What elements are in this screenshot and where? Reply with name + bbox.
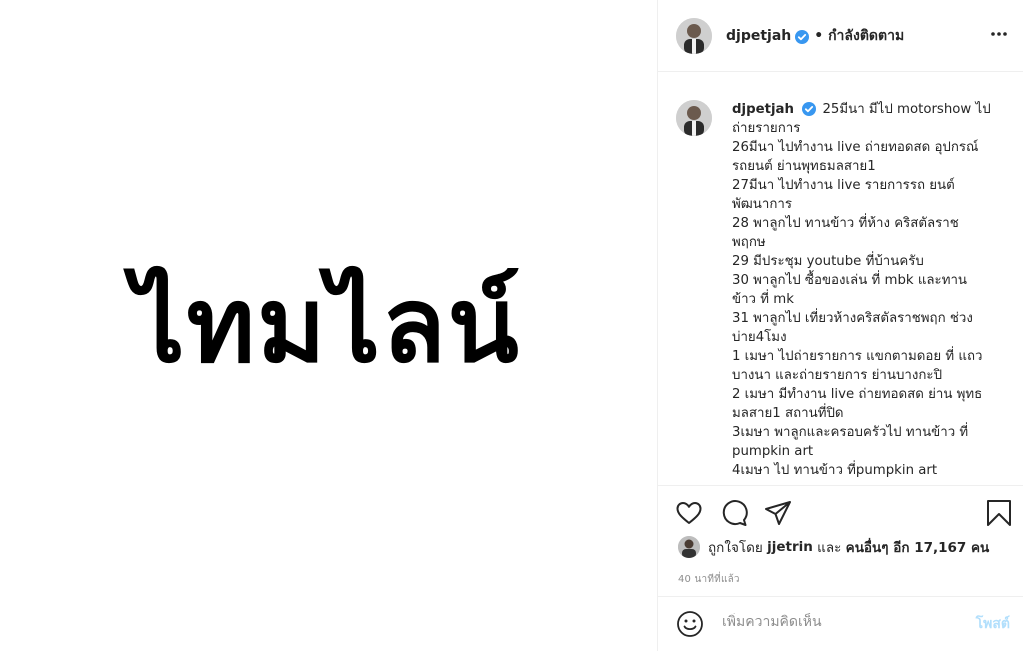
author-username[interactable]: djpetjah <box>726 28 791 44</box>
post-header: djpetjah • กำลังติดตาม <box>658 0 1023 72</box>
comment-input[interactable] <box>720 613 954 631</box>
likes-prefix: ถูกใจโดย <box>708 540 763 556</box>
caption-avatar[interactable] <box>676 100 712 136</box>
comment-bubble-icon[interactable] <box>719 498 749 528</box>
post-side-panel: djpetjah • กำลังติดตาม djpetjah 25มีนา ม… <box>657 0 1023 651</box>
liker-username[interactable]: jjetrin <box>767 539 813 555</box>
caption-line: 4เมษา ไป ทานข้าว ที่pumpkin art <box>732 463 938 478</box>
caption-line: 1 เมษา ไปถ่ายรายการ แขกตามดอย ที่ แถว บา… <box>732 349 983 383</box>
caption-text: djpetjah 25มีนา มีไป motorshow ไป ถ่ายรา… <box>732 100 994 480</box>
caption-area: djpetjah 25มีนา มีไป motorshow ไป ถ่ายรา… <box>658 73 1023 485</box>
comment-bar: โพสต์ <box>658 596 1023 651</box>
caption-line: 30 พาลูกไป ซื้อของเล่น ที่ mbk และทาน ข้… <box>732 273 968 307</box>
caption-row: djpetjah 25มีนา มีไป motorshow ไป ถ่ายรา… <box>676 100 1006 480</box>
post-timestamp[interactable]: 40 นาทีที่แล้ว <box>678 572 740 587</box>
verified-badge-icon <box>795 29 810 44</box>
like-heart-icon[interactable] <box>674 498 704 528</box>
liker-avatar[interactable] <box>678 536 700 558</box>
likes-conj: และ <box>817 540 842 556</box>
bookmark-save-icon[interactable] <box>984 498 1014 528</box>
caption-line: 28 พาลูกไป ทานข้าว ที่ห้าง คริสตัลราช พฤ… <box>732 216 959 250</box>
caption-line: 29 มีประชุม youtube ที่บ้านครับ <box>732 254 924 269</box>
action-bar: ถูกใจโดย jjetrin และ คนอื่นๆ อีก 17,167 … <box>658 485 1023 595</box>
caption-line: 26มีนา ไปทำงาน live ถ่ายทอดสด อุปกรณ์ รถ… <box>732 140 979 174</box>
caption-line: 3เมษา พาลูกและครอบครัวไป ทานข้าว ที่ pum… <box>732 425 969 459</box>
verified-badge-icon <box>802 102 817 116</box>
post-media[interactable]: ไทมไลน์ <box>0 0 657 651</box>
caption-line: 31 พาลูกไป เที่ยวห้างคริสตัลราชพฤก ช่วง … <box>732 311 973 345</box>
caption-line: 2 เมษา มีทำงาน live ถ่ายทอดสด ย่าน พุทธม… <box>732 387 983 421</box>
follow-status[interactable]: • กำลังติดตาม <box>814 25 904 47</box>
share-send-icon[interactable] <box>763 498 793 528</box>
media-text: ไทมไลน์ <box>132 264 521 386</box>
caption-line: 27มีนา ไปทำงาน live รายการรถ ยนต์ พัฒนาก… <box>732 178 955 212</box>
likes-count-link[interactable]: คนอื่นๆ อีก 17,167 คน <box>846 536 990 558</box>
caption-username[interactable]: djpetjah <box>732 102 794 117</box>
emoji-icon[interactable] <box>676 610 704 638</box>
more-options-icon[interactable] <box>989 24 1009 44</box>
likes-summary: ถูกใจโดย jjetrin และ คนอื่นๆ อีก 17,167 … <box>678 536 989 558</box>
author-avatar[interactable] <box>676 17 712 54</box>
post-comment-button[interactable]: โพสต์ <box>976 613 1010 635</box>
